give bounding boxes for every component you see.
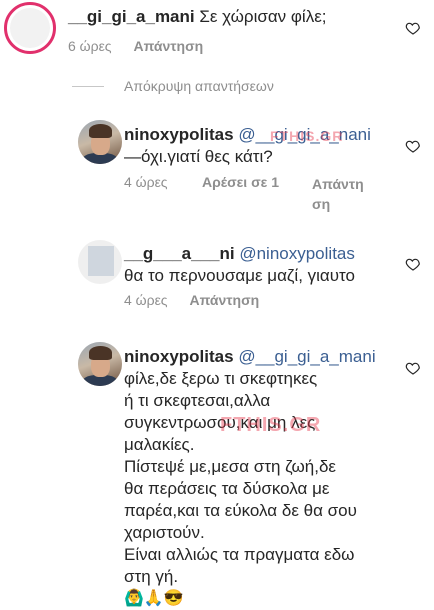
- comment-line: Πίστεψέ με,μεσα στη ζωή,δε: [124, 457, 337, 476]
- comment-username[interactable]: ninoxypolitas: [124, 125, 234, 144]
- divider-line: [72, 86, 104, 87]
- avatar-image: [81, 153, 119, 164]
- heart-icon[interactable]: [405, 256, 421, 272]
- avatar-image: [10, 8, 50, 48]
- comment-line: χαριστούν.: [124, 523, 205, 542]
- emoji-line: 🙆‍♂️🙏😎: [124, 590, 184, 607]
- comment-line: στη γή.: [124, 567, 179, 586]
- comment-username[interactable]: __g___a___ni: [124, 244, 235, 263]
- comment-time: 4 ώρες: [124, 174, 168, 190]
- avatar-image: [88, 246, 114, 276]
- comment-meta: 4 ώρες Αρέσει σε 1 Απάντη ση: [124, 174, 384, 212]
- comment-body: Σε χώρισαν φίλε;: [199, 7, 327, 26]
- comment-time: 6 ώρες: [68, 38, 112, 54]
- comment-line: ή τι σκεφτεσαι,αλλα: [124, 391, 271, 410]
- comment-text: __g___a___ni @ninoxypolitas θα το περνου…: [124, 243, 414, 287]
- hide-replies-link[interactable]: Απόκρυψη απαντήσεων: [124, 78, 274, 94]
- reply-button-label: ση: [312, 196, 331, 212]
- likes-count[interactable]: Αρέσει σε 1: [202, 174, 279, 190]
- avatar-image: [81, 375, 119, 386]
- mention-link[interactable]: @__gi_gi_a_mani: [238, 347, 375, 366]
- comment-username[interactable]: __gi_gi_a_mani: [68, 7, 195, 26]
- comment-body: φίλε,δε ξερω τι σκεφτηκες ή τι σκεφτεσαι…: [124, 368, 414, 610]
- avatar-image: [88, 124, 113, 138]
- comment-meta: 6 ώρες Απάντηση: [68, 38, 203, 54]
- comment-username[interactable]: ninoxypolitas: [124, 347, 234, 366]
- avatar[interactable]: [78, 342, 122, 386]
- comment-body: —όχι.γιατί θες κάτι?: [124, 147, 273, 166]
- reply-button[interactable]: Απάντη ση: [312, 174, 364, 214]
- reply-button[interactable]: Απάντηση: [133, 38, 203, 54]
- comment-line: Είναι αλλιώς τα πραγματα εδω: [124, 545, 355, 564]
- heart-icon[interactable]: [405, 360, 421, 376]
- comment-text: ninoxypolitas @__gi_gi_a_mani: [124, 346, 414, 368]
- avatar[interactable]: [4, 2, 56, 54]
- reply-button[interactable]: Απάντηση: [189, 292, 259, 308]
- comment-meta: 4 ώρες Απάντηση: [124, 292, 259, 308]
- heart-icon[interactable]: [405, 20, 421, 36]
- comment-text: ninoxypolitas @__gi_gi_a_nani —όχι.γιατί…: [124, 124, 404, 168]
- watermark-logo: FTHIS.GR: [270, 128, 344, 144]
- avatar-image: [88, 346, 113, 360]
- comment-line: φίλε,δε ξερω τι σκεφτηκες: [124, 369, 318, 388]
- mention-link[interactable]: @ninoxypolitas: [239, 244, 355, 263]
- avatar[interactable]: [78, 240, 122, 284]
- heart-icon[interactable]: [405, 138, 421, 154]
- watermark-logo: FTHIS.GR: [220, 414, 322, 436]
- avatar[interactable]: [78, 120, 122, 164]
- comment-text: __gi_gi_a_mani Σε χώρισαν φίλε;: [68, 6, 327, 28]
- comment-line: παρέα,και τα εύκολα δε θα σου: [124, 501, 357, 520]
- comment-body: θα το περνουσαμε μαζί, γιαυτο: [124, 266, 355, 285]
- comment-line: μαλακίες.: [124, 435, 195, 454]
- comment-line: θα περάσεις τα δύσκολα με: [124, 479, 330, 498]
- reply-button-label: Απάντη: [312, 176, 364, 192]
- comment-time: 4 ώρες: [124, 292, 168, 308]
